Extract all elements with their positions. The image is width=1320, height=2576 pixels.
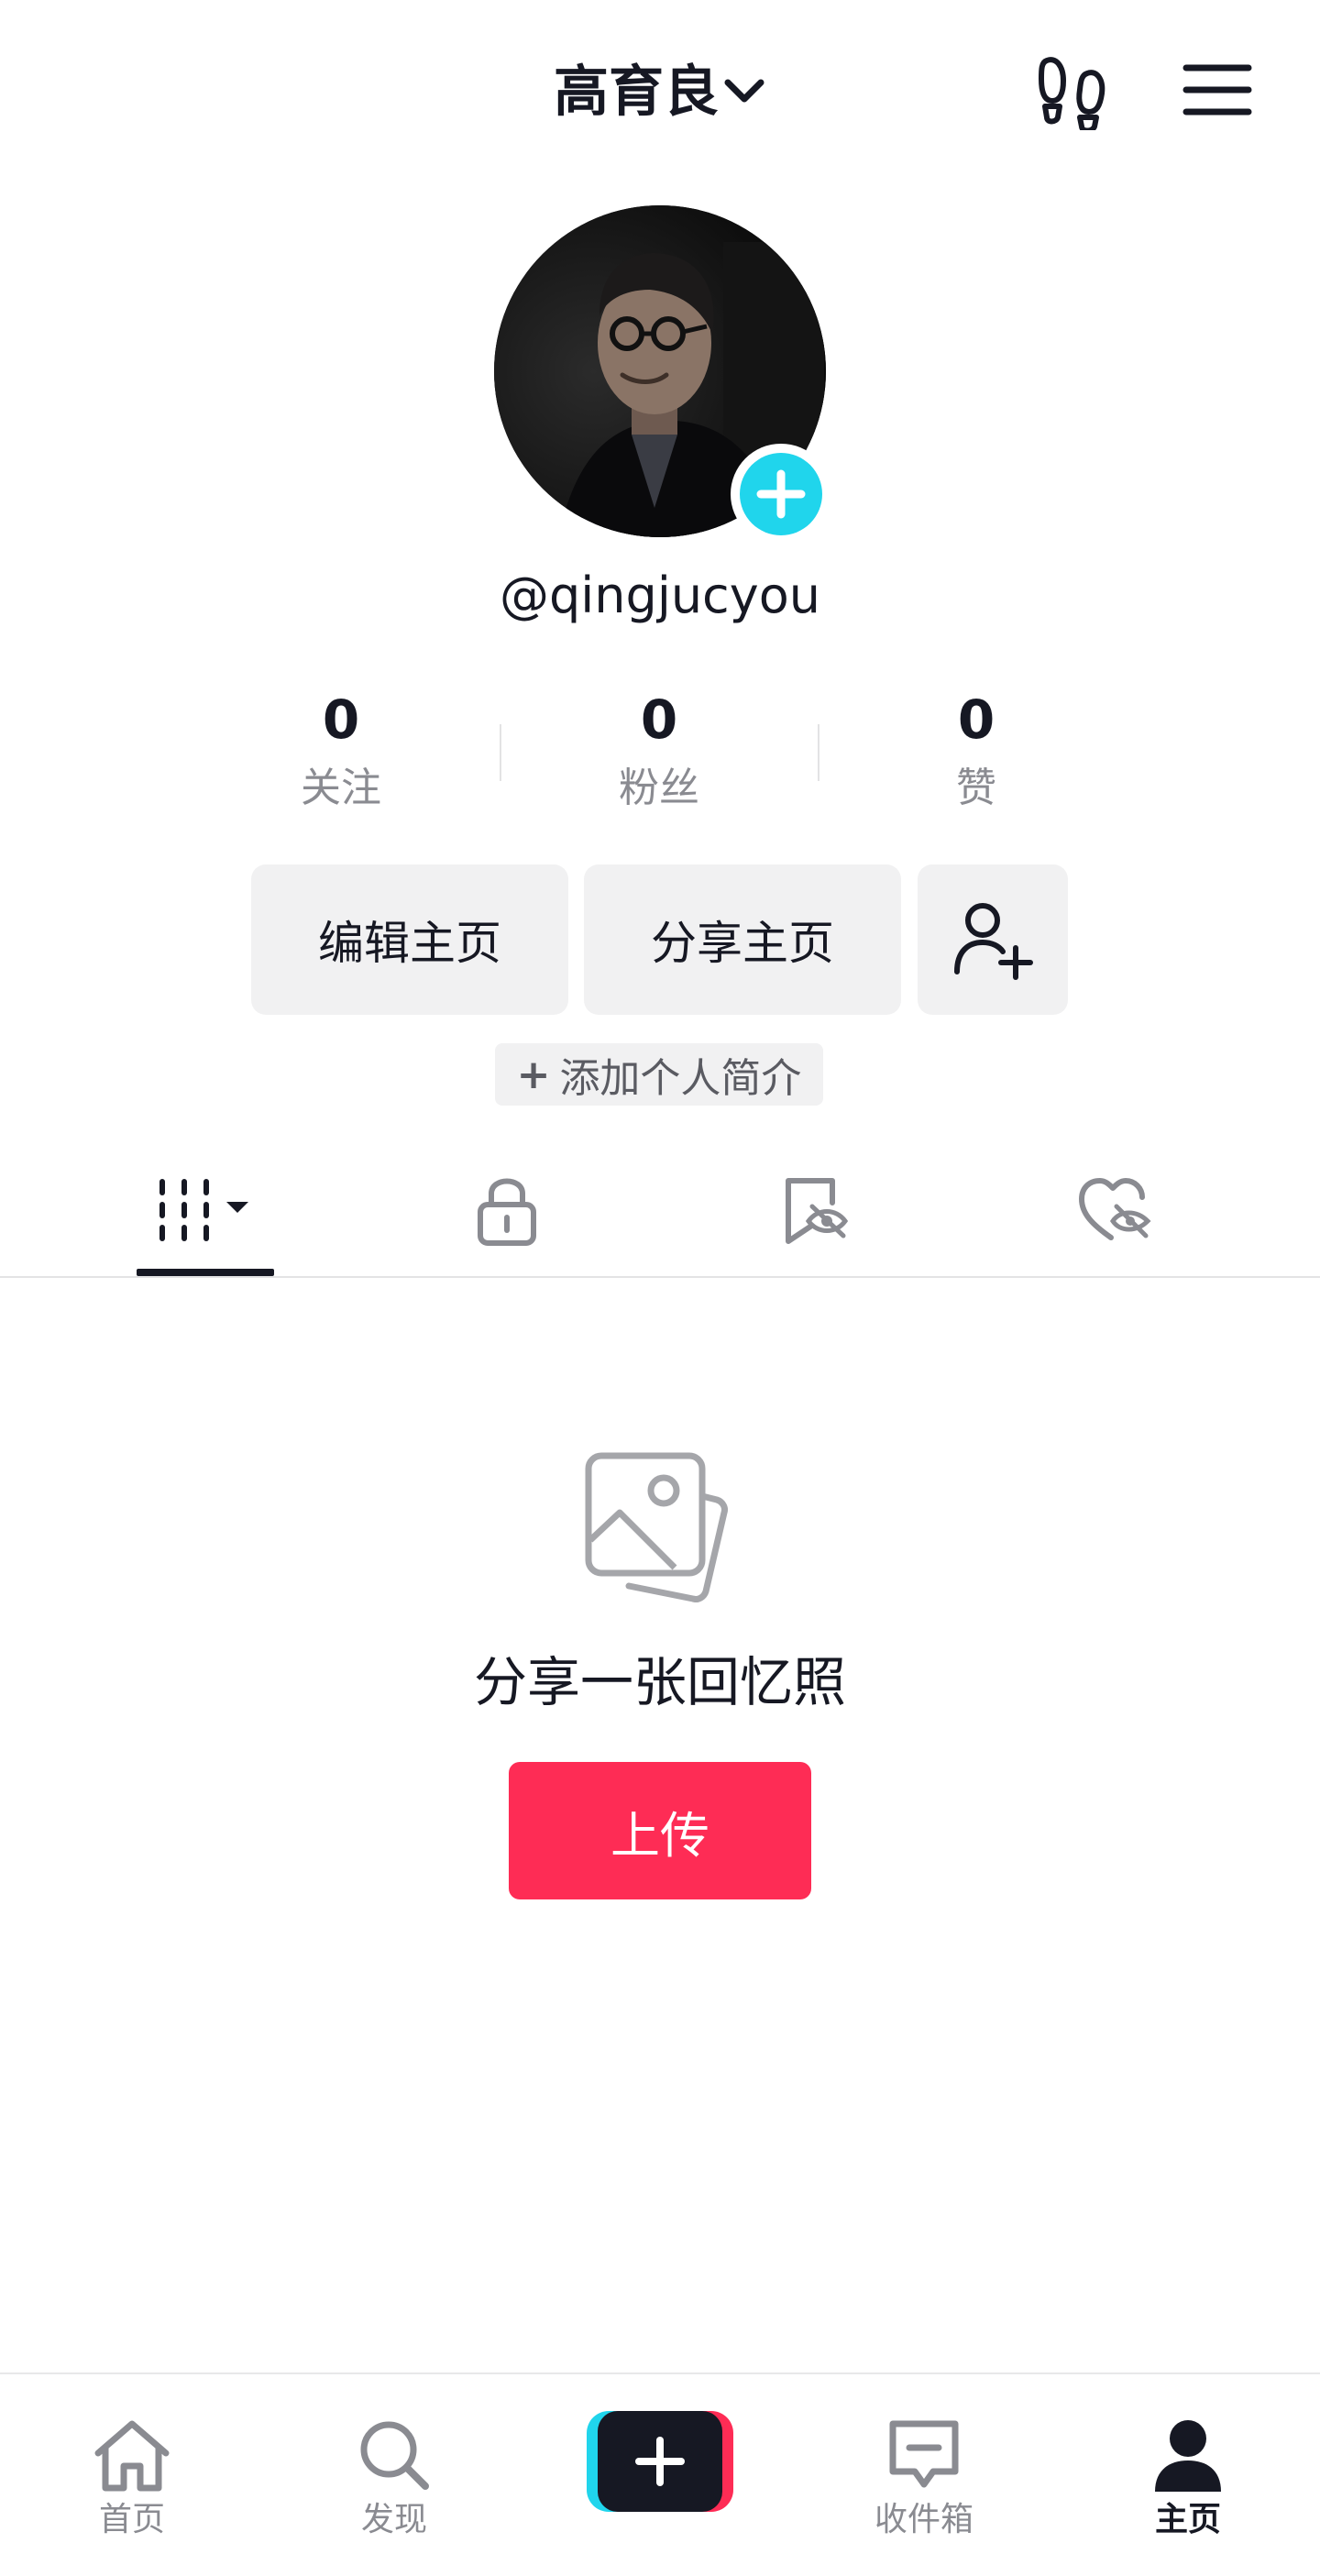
stat-followers[interactable]: 0 粉丝 — [540, 683, 778, 820]
hamburger-menu-icon — [1182, 64, 1252, 116]
stat-likes[interactable]: 0 赞 — [857, 683, 1095, 820]
stat-likes-label: 赞 — [956, 765, 996, 811]
bio-plus: + — [516, 1051, 551, 1098]
stat-following-label: 关注 — [301, 765, 381, 811]
inbox-icon — [889, 2420, 959, 2488]
nav-inbox-label: 收件箱 — [874, 2501, 974, 2538]
plus-icon — [635, 2437, 685, 2486]
stat-divider — [500, 724, 501, 781]
stat-following-count: 0 — [322, 688, 360, 751]
nav-profile[interactable]: 主页 — [1096, 2411, 1280, 2548]
bookmark-hidden-icon — [786, 1178, 849, 1244]
add-user-icon — [954, 903, 1033, 980]
grid-icon — [160, 1179, 248, 1241]
footprints-button[interactable] — [1027, 46, 1118, 138]
nav-inbox[interactable]: 收件箱 — [832, 2411, 1016, 2548]
photos-icon — [583, 1448, 737, 1602]
menu-button[interactable] — [1173, 46, 1261, 134]
stat-followers-count: 0 — [640, 688, 678, 751]
account-name: 高育良 — [554, 60, 719, 125]
plus-icon — [756, 469, 806, 519]
tab-divider — [0, 1276, 1320, 1278]
nav-discover[interactable]: 发现 — [302, 2411, 486, 2548]
create-button[interactable] — [587, 2411, 733, 2512]
bio-label: 添加个人简介 — [559, 1055, 802, 1102]
nav-home-label: 首页 — [98, 2501, 165, 2538]
tab-private[interactable] — [438, 1155, 576, 1265]
chevron-down-icon — [724, 79, 764, 103]
tab-liked[interactable] — [1046, 1155, 1183, 1265]
bottom-nav: 首页 发现 收件箱 主页 — [0, 2372, 1320, 2576]
heart-hidden-icon — [1079, 1178, 1151, 1240]
username: @qingjucyou — [500, 567, 820, 624]
search-icon — [360, 2421, 429, 2490]
active-tab-indicator — [137, 1269, 274, 1276]
stat-likes-count: 0 — [957, 688, 996, 751]
lock-icon — [478, 1178, 536, 1246]
tab-favorites[interactable] — [747, 1155, 885, 1265]
footprints-icon — [1038, 57, 1106, 130]
profile-icon — [1155, 2420, 1221, 2492]
home-icon — [94, 2420, 170, 2492]
nav-profile-label: 主页 — [1154, 2501, 1221, 2538]
stat-following[interactable]: 0 关注 — [222, 683, 460, 820]
tab-videos[interactable] — [137, 1155, 274, 1265]
nav-home[interactable]: 首页 — [40, 2411, 224, 2548]
empty-state-title: 分享一张回忆照 — [473, 1651, 846, 1713]
upload-button[interactable]: 上传 — [509, 1762, 811, 1899]
add-avatar-button[interactable] — [731, 444, 831, 545]
account-switcher[interactable]: 高育良 — [0, 48, 1320, 130]
share-profile-button[interactable]: 分享主页 — [584, 864, 901, 1015]
stat-followers-label: 粉丝 — [619, 765, 699, 811]
add-bio-button[interactable]: + 添加个人简介 — [495, 1043, 823, 1106]
nav-discover-label: 发现 — [360, 2501, 427, 2538]
stat-divider — [818, 724, 820, 781]
edit-profile-button[interactable]: 编辑主页 — [251, 864, 568, 1015]
add-friend-button[interactable] — [918, 864, 1068, 1015]
